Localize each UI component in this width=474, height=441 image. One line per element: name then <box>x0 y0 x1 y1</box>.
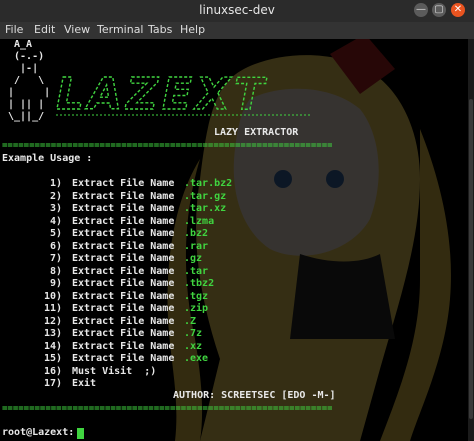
option-number: 13) <box>43 328 62 339</box>
close-icon: ✕ <box>453 4 463 15</box>
option-extension: .lzma <box>184 215 215 227</box>
option-extension: .gz <box>184 253 203 264</box>
option-label: Extract File Name <box>72 228 175 239</box>
separator-bottom: ========================================… <box>2 404 332 414</box>
option-number: 6) <box>49 240 62 252</box>
app-subtitle: LAZY EXTRACTOR <box>214 127 299 138</box>
option-extension: .tbz2 <box>184 278 215 289</box>
scrollbar[interactable] <box>468 39 474 441</box>
option-number: 14) <box>43 340 62 352</box>
option-number: 12) <box>43 315 62 327</box>
option-label: Extract File Name <box>72 340 175 352</box>
terminal-area[interactable]: A_A (-.-) |-| / \ | | | || | \_||_/ LAZE… <box>0 39 468 441</box>
usage-heading: Example Usage : <box>2 153 93 164</box>
option-label: Extract File Name <box>72 215 175 227</box>
option-label: Extract File Name <box>72 203 175 214</box>
option-number: 4) <box>49 215 62 227</box>
window-title: linuxsec-dev <box>199 3 275 17</box>
menu-file[interactable]: File <box>5 23 23 36</box>
option-extension: .tar <box>184 265 209 277</box>
logo-text: LAZEXT <box>56 69 268 120</box>
menu-bar: File Edit View Terminal Tabs Help <box>0 22 474 39</box>
option-label: Extract File Name <box>72 290 175 302</box>
terminal-window: linuxsec-dev — ▢ ✕ File Edit View Termin… <box>0 0 474 441</box>
close-button[interactable]: ✕ <box>451 3 465 17</box>
option-label: Extract File Name <box>72 178 175 189</box>
option-number: 15) <box>43 353 62 364</box>
option-label: Extract File Name <box>72 315 175 327</box>
separator-top: ========================================… <box>2 141 332 151</box>
option-extension: .exe <box>184 353 209 364</box>
option-number: 11) <box>43 303 62 314</box>
lazext-logo: LAZEXT <box>56 69 311 121</box>
option-extension: .xz <box>184 340 203 352</box>
option-extension: .bz2 <box>184 228 209 239</box>
shell-prompt: root@Lazext: <box>2 427 75 438</box>
maximize-button[interactable]: ▢ <box>432 3 446 17</box>
menu-edit[interactable]: Edit <box>34 23 55 36</box>
option-extension: .7z <box>184 328 203 339</box>
option-extension: .zip <box>184 303 209 314</box>
option-number: 5) <box>49 228 62 239</box>
option-label: Extract File Name <box>72 278 175 289</box>
option-label: Extract File Name <box>72 265 175 277</box>
option-number: 16) <box>43 365 62 377</box>
option-label: Extract File Name <box>72 240 175 252</box>
option-label: Extract File Name <box>72 190 175 202</box>
option-label: Extract File Name <box>72 303 175 314</box>
option-label: Extract File Name <box>72 353 175 364</box>
ascii-cat-art: A_A (-.-) |-| / \ | | | || | \_||_/ <box>8 39 51 122</box>
author-line: AUTHOR: SCREETSEC [EDO -M-] <box>173 390 336 401</box>
title-bar[interactable]: linuxsec-dev — ▢ ✕ <box>0 0 474 23</box>
minimize-button[interactable]: — <box>414 3 428 17</box>
option-label: Exit <box>72 378 97 389</box>
maximize-icon: ▢ <box>434 4 444 15</box>
option-label: Extract File Name <box>72 253 175 264</box>
option-number: 7) <box>49 253 62 264</box>
option-extension: .tar.gz <box>184 190 227 202</box>
menu-terminal[interactable]: Terminal <box>97 23 144 36</box>
option-extension: .rar <box>184 240 209 252</box>
option-extension: .Z <box>184 315 197 327</box>
option-number: 1) <box>49 178 62 189</box>
minimize-icon: — <box>416 4 426 15</box>
option-number: 17) <box>43 378 62 389</box>
option-number: 2) <box>49 190 62 202</box>
menu-help[interactable]: Help <box>180 23 205 36</box>
menu-view[interactable]: View <box>64 23 90 36</box>
option-number: 10) <box>43 290 62 302</box>
option-extension: .tgz <box>184 290 209 302</box>
option-label: Must Visit ;) <box>72 365 157 377</box>
option-extension: .tar.xz <box>184 203 227 214</box>
option-number: 3) <box>49 203 62 214</box>
text-cursor <box>77 428 84 439</box>
option-number: 8) <box>49 265 62 277</box>
menu-tabs[interactable]: Tabs <box>148 23 172 36</box>
scrollbar-thumb[interactable] <box>469 99 473 419</box>
option-label: Extract File Name <box>72 328 175 339</box>
option-extension: .tar.bz2 <box>184 178 233 189</box>
option-number: 9) <box>49 278 62 289</box>
